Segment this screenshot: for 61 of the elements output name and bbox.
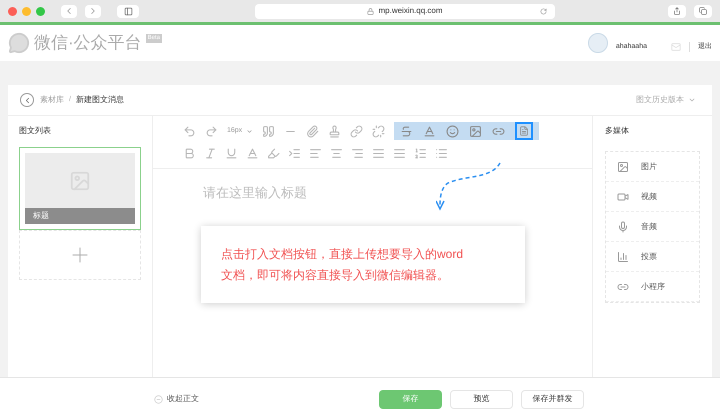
document-icon — [519, 126, 530, 136]
strikethrough-icon[interactable] — [400, 124, 414, 138]
sidebar-button[interactable] — [117, 4, 139, 18]
image-icon[interactable] — [469, 124, 482, 138]
bold-icon[interactable] — [183, 146, 196, 160]
share-button[interactable] — [668, 4, 686, 18]
forward-button[interactable] — [85, 4, 101, 18]
media-item[interactable]: 视频 — [606, 182, 699, 212]
media-item[interactable]: 小程序 — [606, 272, 699, 302]
mail-icon[interactable] — [671, 42, 681, 52]
sidebar-icon — [124, 6, 132, 16]
address-bar[interactable]: mp.weixin.qq.com — [255, 4, 555, 18]
import-document-button[interactable] — [515, 122, 534, 140]
undo-icon[interactable] — [183, 124, 196, 138]
underline-icon[interactable] — [225, 146, 238, 160]
reload-icon[interactable] — [540, 8, 547, 14]
media-item[interactable]: 投票 — [606, 242, 699, 272]
back-circle-button[interactable] — [20, 93, 34, 107]
add-article-button[interactable] — [19, 230, 141, 280]
font-color-icon[interactable] — [246, 146, 259, 160]
media-item[interactable]: 图片 — [606, 152, 699, 182]
article-title: 标题 — [25, 208, 135, 224]
tabs-button[interactable] — [694, 4, 712, 18]
align-center-icon[interactable] — [330, 146, 343, 160]
chevron-down-icon — [688, 96, 696, 104]
text-format-icon[interactable] — [423, 124, 436, 138]
panel-title: 图文列表 — [19, 125, 52, 137]
caret-icon — [246, 128, 254, 134]
tip-text: 点击打入文档按钮，直接上传想要导入的word文档，即可将内容直接导入到微信编辑器。 — [221, 246, 464, 284]
link-icon[interactable] — [350, 124, 364, 138]
unlink-icon[interactable] — [372, 124, 386, 138]
media-item[interactable]: 音频 — [606, 212, 699, 242]
back-button[interactable] — [61, 4, 77, 18]
collapse-icon — [154, 394, 163, 404]
action-button[interactable]: 预览 — [450, 390, 513, 408]
ordered-list-icon[interactable] — [414, 146, 427, 160]
stamp-icon[interactable] — [328, 124, 342, 138]
logo-text: 微信·公众平台 — [34, 32, 142, 54]
redo-icon[interactable] — [205, 124, 218, 138]
lock-icon — [367, 8, 374, 14]
italic-icon[interactable] — [204, 146, 217, 160]
action-button[interactable]: 保存并群发 — [521, 390, 584, 408]
emoji-icon[interactable] — [446, 124, 460, 138]
image-icon — [617, 160, 629, 172]
avatar — [588, 33, 608, 53]
bar-chart-icon — [617, 250, 629, 262]
breadcrumb-item: 新建图文消息 — [76, 94, 124, 106]
paperclip-icon[interactable] — [306, 124, 320, 138]
background-color-icon[interactable] — [267, 146, 280, 160]
collapse-body-button[interactable]: 收起正文 — [154, 393, 199, 405]
align-right-icon[interactable] — [351, 146, 364, 160]
microphone-icon — [617, 220, 629, 232]
panel-title: 多媒体 — [605, 125, 630, 137]
indent-icon[interactable] — [288, 146, 301, 160]
align-left-icon[interactable] — [309, 146, 322, 160]
quote-icon[interactable] — [262, 124, 276, 138]
tabs-icon — [699, 7, 707, 15]
video-camera-icon — [617, 190, 629, 202]
line-spacing-icon[interactable] — [393, 146, 406, 160]
align-justify-icon[interactable] — [372, 146, 385, 160]
share-icon — [673, 7, 681, 15]
